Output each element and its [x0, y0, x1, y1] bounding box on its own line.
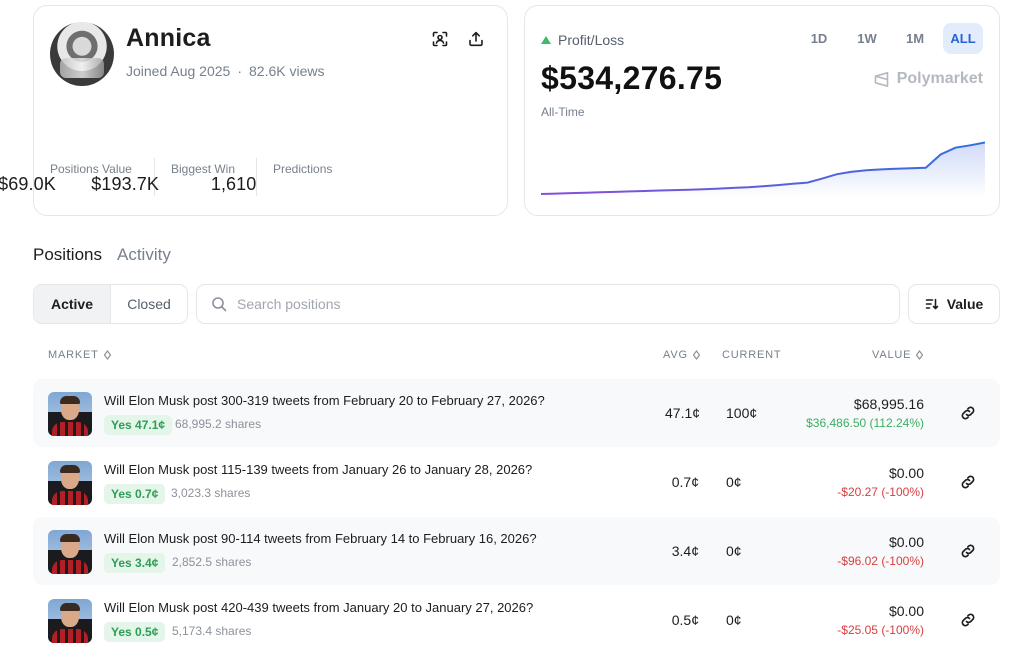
share-count: 68,995.2 shares: [175, 417, 262, 431]
polymarket-icon: [874, 71, 889, 87]
share-count: 3,023.3 shares: [171, 486, 251, 500]
pnl-value: $534,276.75: [541, 60, 723, 96]
link-icon[interactable]: [959, 611, 977, 629]
current-price: 0¢: [726, 612, 742, 628]
sort-toggle-icon: [916, 350, 924, 360]
outcome-badge: Yes 3.4¢: [104, 553, 166, 573]
pnl-chart[interactable]: [541, 134, 985, 198]
brand-name: Polymarket: [896, 70, 983, 87]
sort-icon: [925, 298, 939, 310]
market-title[interactable]: Will Elon Musk post 420-439 tweets from …: [104, 600, 533, 615]
market-thumbnail: [48, 392, 92, 436]
column-header-label: MARKET: [48, 349, 99, 361]
market-title[interactable]: Will Elon Musk post 115-139 tweets from …: [104, 462, 532, 477]
range-all[interactable]: ALL: [943, 23, 983, 54]
filter-closed-button[interactable]: Closed: [111, 285, 187, 323]
position-row[interactable]: Will Elon Musk post 90-114 tweets from F…: [33, 517, 1000, 585]
profile-card: Annica Joined Aug 2025 · 82.6K views $69.0…: [0, 5, 508, 216]
pnl-card: Profit/Loss 1D 1W 1M ALL $534,276.75 Pol…: [524, 5, 1000, 216]
column-header-label: AVG: [663, 349, 688, 361]
section-tabs: Positions Activity: [33, 245, 171, 265]
outcome-badge: Yes 47.1¢: [104, 415, 173, 435]
tab-positions[interactable]: Positions: [33, 245, 102, 265]
separator-dot: ·: [237, 63, 242, 79]
sort-toggle-icon: [692, 350, 701, 360]
link-icon[interactable]: [959, 404, 977, 422]
market-title[interactable]: Will Elon Musk post 300-319 tweets from …: [104, 393, 545, 408]
avatar[interactable]: [50, 22, 114, 86]
share-count: 2,852.5 shares: [172, 555, 252, 569]
position-change: $36,486.50 (112.24%): [806, 416, 924, 430]
current-price: 0¢: [726, 474, 742, 490]
stat-value: $69.0K: [0, 174, 56, 194]
column-header-current: CURRENT: [722, 349, 781, 361]
chart-area-fill: [541, 142, 985, 198]
market-thumbnail: [48, 461, 92, 505]
triangle-up-icon: [541, 36, 551, 44]
market-thumbnail: [48, 599, 92, 643]
profile-meta: Joined Aug 2025 · 82.6K views: [126, 63, 324, 79]
avg-price: 47.1¢: [665, 405, 701, 421]
pnl-label: Profit/Loss: [541, 32, 624, 48]
profile-name: Annica: [126, 24, 211, 52]
status-filter: Active Closed: [33, 284, 188, 324]
view-count: 82.6K views: [249, 63, 325, 79]
avg-price: 0.7¢: [671, 474, 699, 490]
range-selector: 1D 1W 1M ALL: [799, 23, 983, 54]
stat-label: Predictions: [273, 162, 333, 176]
search-input[interactable]: [237, 296, 857, 312]
filter-active-button[interactable]: Active: [34, 285, 111, 323]
search-box: [196, 284, 900, 324]
share-icon[interactable]: [465, 28, 487, 50]
market-thumbnail: [48, 530, 92, 574]
outcome-badge: Yes 0.5¢: [104, 622, 166, 642]
stat-value: $193.7K: [91, 174, 160, 194]
tab-activity[interactable]: Activity: [117, 245, 171, 265]
search-icon: [212, 297, 227, 312]
joined-date: Joined Aug 2025: [126, 63, 231, 79]
position-change: -$20.27 (-100%): [837, 485, 924, 499]
link-icon[interactable]: [959, 542, 977, 560]
position-change: -$96.02 (-100%): [837, 554, 924, 568]
pnl-period: All-Time: [541, 105, 585, 119]
position-value: $0.00: [888, 603, 924, 619]
market-title[interactable]: Will Elon Musk post 90-114 tweets from F…: [104, 531, 537, 546]
range-1w[interactable]: 1W: [847, 23, 887, 54]
pnl-label-text: Profit/Loss: [558, 32, 625, 48]
brand-logo: Polymarket: [873, 70, 983, 88]
stat-predictions: 1,610 Predictions: [211, 157, 333, 194]
scan-icon[interactable]: [429, 28, 451, 50]
column-header-market[interactable]: MARKET: [48, 349, 112, 361]
position-value: $68,995.16: [853, 396, 924, 412]
position-value: $0.00: [888, 465, 924, 481]
range-1d[interactable]: 1D: [799, 23, 839, 54]
sort-label: Value: [946, 296, 984, 312]
column-header-label: CURRENT: [722, 349, 782, 361]
avg-price: 3.4¢: [671, 543, 699, 559]
stat-value: 1,610: [210, 174, 257, 194]
position-row[interactable]: Will Elon Musk post 300-319 tweets from …: [33, 379, 1000, 447]
current-price: 0¢: [726, 543, 742, 559]
column-header-avg[interactable]: AVG: [663, 349, 701, 361]
avg-price: 0.5¢: [671, 612, 699, 628]
share-count: 5,173.4 shares: [172, 624, 252, 638]
range-1m[interactable]: 1M: [895, 23, 935, 54]
column-header-label: VALUE: [872, 349, 912, 361]
position-value: $0.00: [888, 534, 924, 550]
sort-button[interactable]: Value: [908, 284, 1000, 324]
column-header-value[interactable]: VALUE: [872, 349, 924, 361]
sort-toggle-icon: [103, 350, 111, 360]
current-price: 100¢: [726, 405, 758, 421]
link-icon[interactable]: [959, 473, 977, 491]
position-row[interactable]: Will Elon Musk post 115-139 tweets from …: [33, 448, 1000, 516]
position-change: -$25.05 (-100%): [837, 623, 924, 637]
position-row[interactable]: Will Elon Musk post 420-439 tweets from …: [33, 586, 1000, 654]
outcome-badge: Yes 0.7¢: [104, 484, 166, 504]
